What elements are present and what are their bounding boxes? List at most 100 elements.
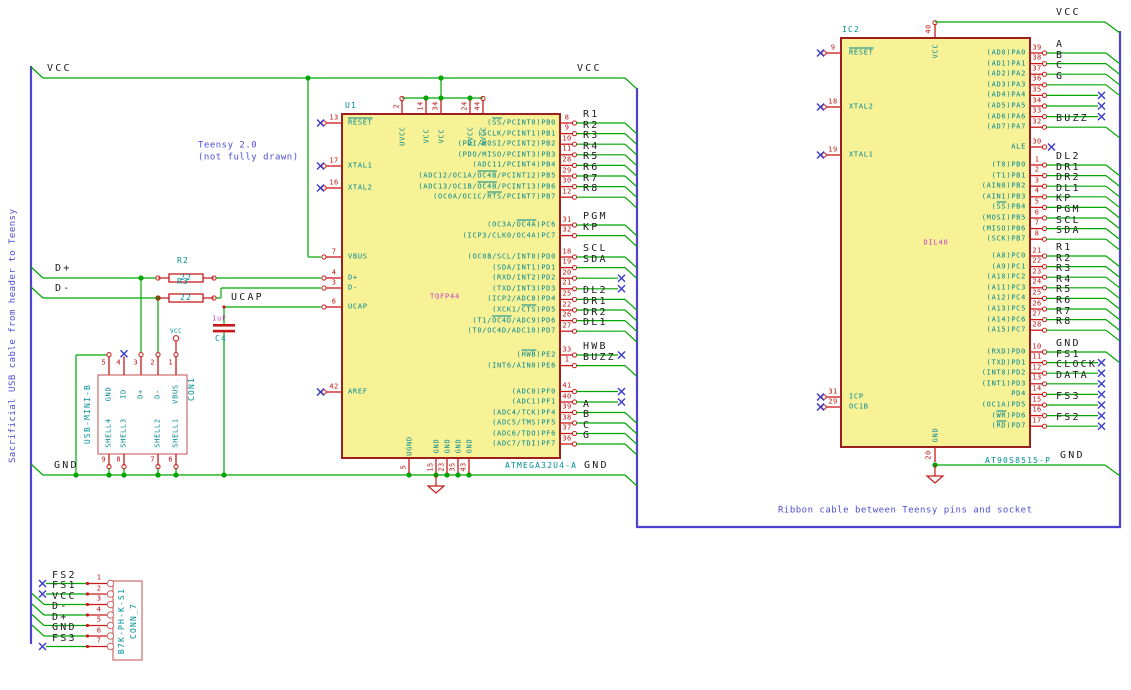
- net-label-DR2: DR2: [1056, 172, 1081, 184]
- pin-number: 6: [96, 626, 102, 634]
- pin-number: 36: [1032, 74, 1042, 83]
- pin-number: 1: [564, 355, 570, 364]
- bus-entry: [1105, 255, 1121, 268]
- pin-name: (AD0)PA0: [986, 48, 1026, 57]
- pin-number: 4: [116, 358, 121, 367]
- pin-name: (SDA/INT1)PD1: [492, 263, 556, 272]
- pin-name: ICP: [849, 392, 864, 401]
- ground-icon: [925, 475, 945, 484]
- pin-number: 37: [1032, 64, 1042, 73]
- junction-dot: [467, 95, 473, 101]
- net-label-G: G: [583, 430, 592, 441]
- pin-terminal-icon: [1041, 423, 1048, 429]
- net-label-R1: R1: [1056, 242, 1073, 253]
- pin-number: 3: [96, 594, 102, 603]
- net-label-R3: R3: [1056, 263, 1073, 275]
- capacitor-ref: C4: [214, 333, 228, 343]
- capacitor-value: 1uF: [211, 314, 228, 322]
- bus-entry: [624, 309, 638, 322]
- connector-ref: CONN_7: [129, 602, 138, 639]
- pin-terminal-icon: [571, 131, 578, 137]
- pin-name: (INT6/AIN0)PE6: [487, 361, 556, 370]
- pin-name: (INT1)PD3: [981, 379, 1026, 388]
- pin-terminal-icon: [1041, 370, 1048, 376]
- resistor-ref: R2: [176, 256, 190, 265]
- pin-terminal-icon: [1041, 173, 1048, 179]
- pin-terminal-icon: [1041, 349, 1048, 355]
- pin-number: 5: [96, 615, 102, 624]
- net-label-C: C: [1056, 60, 1065, 72]
- pin-number: 31: [562, 215, 572, 223]
- pin-number: 18: [828, 97, 838, 105]
- net-label-BUZZ: BUZZ: [1056, 113, 1089, 125]
- pin-number: 38: [562, 413, 572, 421]
- net-label-SDA: SDA: [583, 253, 608, 265]
- ground-icon: [426, 485, 446, 494]
- pin-name: (RXD/INT2)PD2: [492, 273, 556, 282]
- pin-terminal-icon: [571, 409, 578, 416]
- component-part: ATMEGA32U4-A: [505, 461, 578, 470]
- pin-name: RESET: [348, 118, 373, 127]
- bus-entry: [624, 320, 638, 333]
- resistor-value: 22: [179, 293, 193, 302]
- pin-terminal-icon: [1041, 183, 1048, 189]
- net-label-B: B: [1056, 49, 1065, 61]
- bus-entry: [624, 298, 638, 311]
- pin-terminal-icon: [571, 328, 578, 334]
- net-label-FS3: FS3: [52, 632, 77, 644]
- bus-entry: [624, 330, 638, 343]
- pin-number: 25: [562, 289, 572, 298]
- pin-terminal-icon: [571, 120, 578, 126]
- pin-terminal-icon: [173, 352, 179, 358]
- pin-name: OC1B: [849, 402, 869, 411]
- pin-terminal-icon: [571, 307, 578, 313]
- pin-terminal-icon: [321, 254, 327, 260]
- component-part: AT90S8515-P: [985, 456, 1052, 465]
- net-label-BUZZ: BUZZ: [583, 351, 616, 363]
- pin-name: SHELL2: [153, 418, 162, 448]
- pin-name: ID: [119, 389, 128, 399]
- pin-terminal-icon: [571, 141, 578, 147]
- pin-number: 5: [1034, 197, 1040, 206]
- pin-name: D-: [153, 389, 162, 399]
- junction-dot: [73, 472, 79, 478]
- pin-name: GND: [443, 438, 452, 454]
- pin-name: (T1/OC4D/ADC9)PD6: [472, 316, 556, 325]
- net-label-DR1: DR1: [1056, 161, 1081, 173]
- pin-number: 8: [1034, 229, 1040, 238]
- pin-number: 1: [168, 358, 173, 367]
- pin-name: XTAL2: [849, 102, 874, 111]
- pin-terminal-icon: [571, 275, 578, 281]
- pin-name: (ADC12/OC1A/OC4B/PCINT12)PB5: [418, 171, 556, 180]
- bus-entry: [1105, 175, 1121, 188]
- pin-name: GND: [931, 427, 940, 443]
- pin-number: 1: [96, 573, 102, 582]
- net-label-KP: KP: [583, 221, 600, 233]
- pin-number: 6: [168, 455, 173, 464]
- pin-name: (AIN1)PB3: [981, 192, 1026, 201]
- bus-entry: [1105, 164, 1121, 177]
- pin-number: 20: [562, 268, 572, 277]
- bus-entry: [1105, 308, 1121, 321]
- bus-entry: [624, 196, 638, 209]
- pin-number: 5: [399, 464, 407, 469]
- connector-pad-icon: [106, 611, 115, 619]
- pin-terminal-icon: [571, 265, 578, 271]
- pin-name: (ADC13/OC1B/OC4B/PCINT13)PB6: [418, 182, 556, 191]
- pin-name: (SCLK/PCINT1)PB1: [477, 129, 556, 138]
- pin-name: (TXD/INT3)PD3: [492, 284, 556, 293]
- net-label-D-: D-: [52, 601, 69, 612]
- pin-number: 9: [564, 123, 570, 132]
- pin-number: 40: [924, 23, 933, 34]
- pin-name: VCC: [931, 43, 940, 59]
- pin-name: (MISO)PB6: [981, 224, 1026, 233]
- pin-number: 35: [1032, 85, 1042, 94]
- pin-name: AREF: [348, 387, 368, 396]
- pin-number: 11: [562, 144, 572, 153]
- bus-entry: [1104, 464, 1121, 477]
- note-sacrificial-usb-cable: Sacrificial USB cable from header to Tee…: [8, 208, 18, 464]
- pin-name: PD4: [1011, 389, 1026, 398]
- connector-pad-icon: [106, 632, 115, 640]
- connector-pad-icon: [106, 621, 115, 630]
- net-label-UCAP: UCAP: [231, 292, 264, 303]
